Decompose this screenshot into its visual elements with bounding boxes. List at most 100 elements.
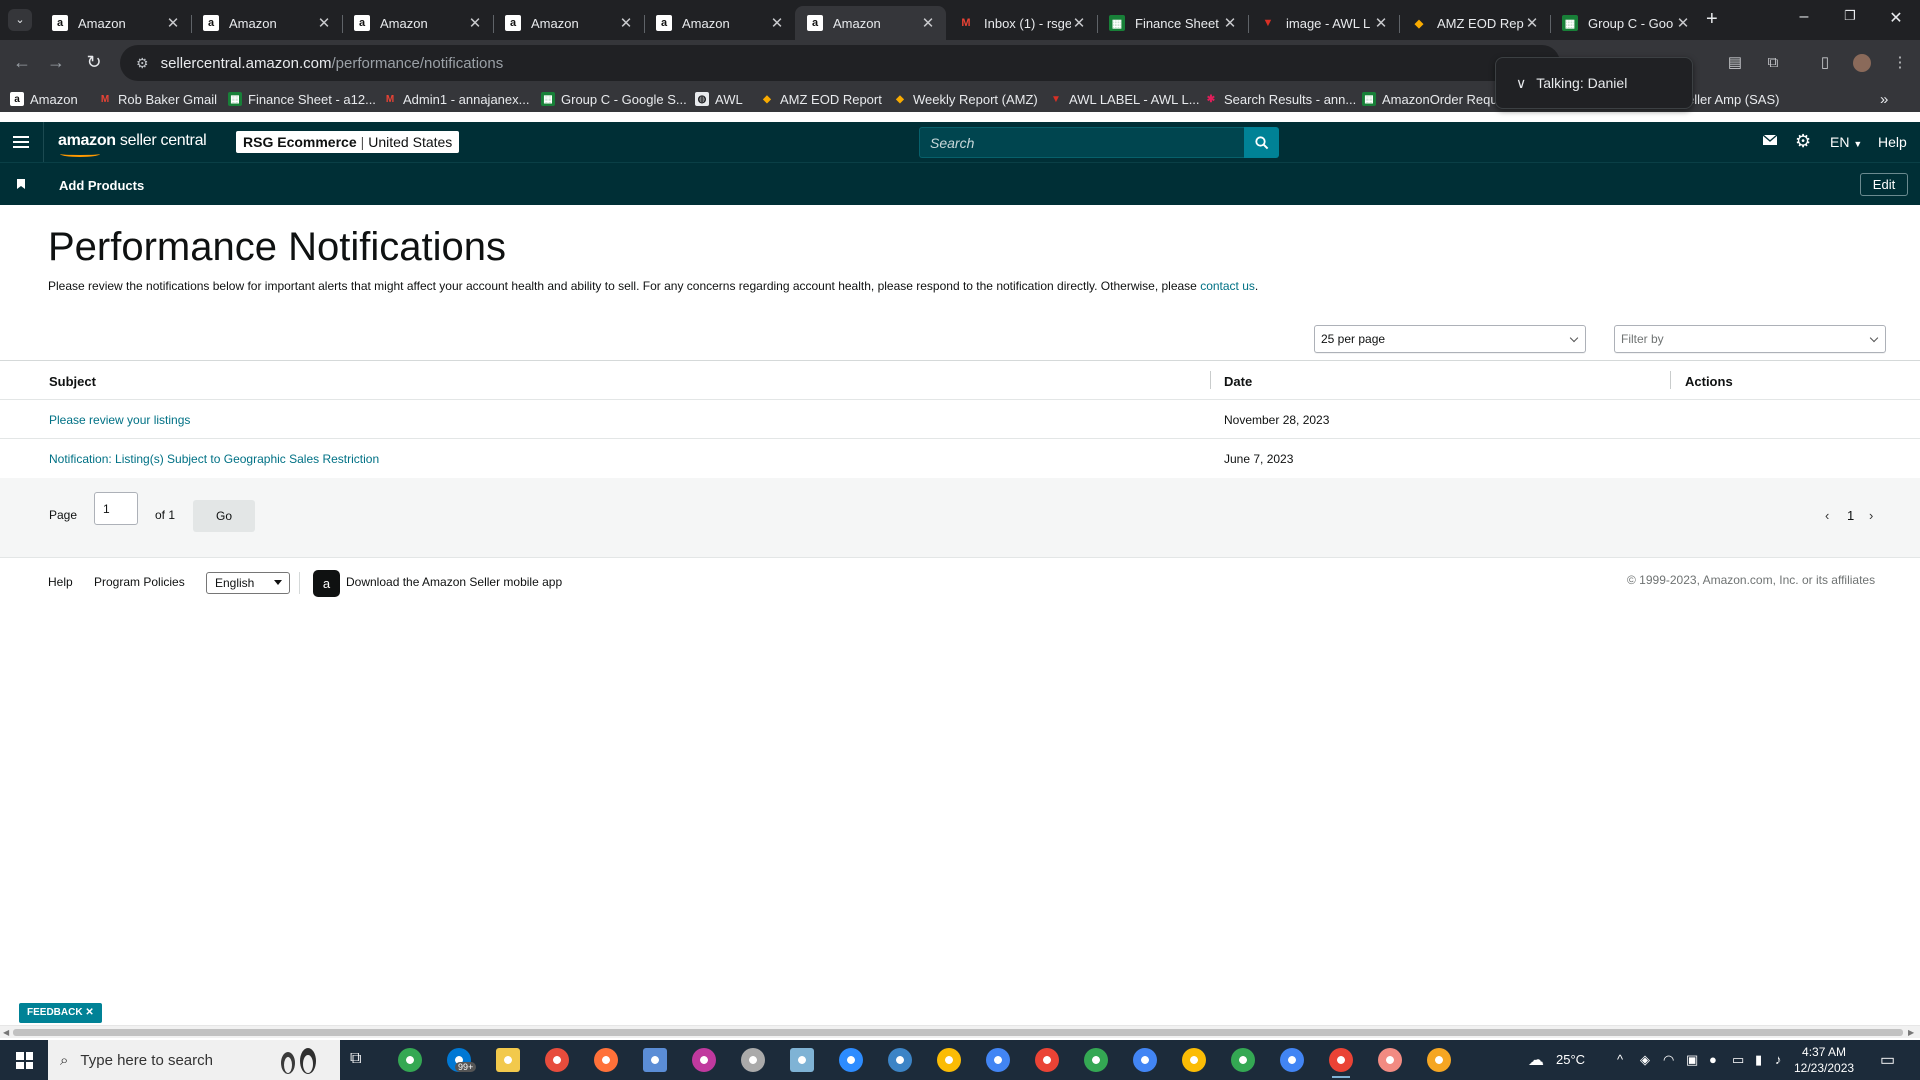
wps-icon[interactable] xyxy=(692,1048,716,1072)
profile-avatar[interactable] xyxy=(1853,54,1871,72)
close-tab-icon[interactable]: ✕ xyxy=(920,14,936,32)
close-tab-icon[interactable]: ✕ xyxy=(1675,14,1691,32)
browser-tab[interactable]: a Amazon ✕ xyxy=(342,6,493,40)
firefox-icon[interactable] xyxy=(594,1048,618,1072)
chrome-icon[interactable] xyxy=(1133,1048,1157,1072)
close-window-icon[interactable]: ✕ xyxy=(1886,8,1906,28)
language-selector[interactable]: EN ▼ xyxy=(1830,134,1862,150)
close-tab-icon[interactable]: ✕ xyxy=(618,14,634,32)
column-header-date[interactable]: Date xyxy=(1224,374,1252,389)
windows-start-icon[interactable] xyxy=(16,1052,33,1069)
bookmark-item[interactable]: ✱ Search Results - ann... xyxy=(1204,89,1356,109)
bookmark-item[interactable]: ◆ AMZ EOD Report xyxy=(760,89,882,109)
chrome-icon[interactable] xyxy=(1035,1048,1059,1072)
chrome-icon[interactable] xyxy=(1084,1048,1108,1072)
chevron-left-icon[interactable]: ‹ xyxy=(1825,508,1829,523)
file-explorer-icon[interactable] xyxy=(496,1048,520,1072)
browser-tab[interactable]: a Amazon ✕ xyxy=(644,6,795,40)
page-number-input[interactable] xyxy=(94,492,138,525)
header-help-link[interactable]: Help xyxy=(1878,134,1907,150)
notepad-icon[interactable] xyxy=(790,1048,814,1072)
browser-tab[interactable]: ◆ AMZ EOD Rep ✕ xyxy=(1399,6,1550,40)
column-header-subject[interactable]: Subject xyxy=(49,374,96,389)
hamburger-menu-icon[interactable] xyxy=(13,133,29,151)
chrome-icon[interactable] xyxy=(1280,1048,1304,1072)
extension-icon[interactable]: ▤ xyxy=(1725,53,1745,73)
language-select[interactable]: English xyxy=(206,572,290,594)
bookmark-item[interactable]: M Admin1 - annajanex... xyxy=(383,89,530,109)
notification-subject-link[interactable]: Please review your listings xyxy=(49,413,190,427)
seller-app-icon[interactable]: a xyxy=(313,570,340,597)
browser-tab[interactable]: ▼ image - AWL L ✕ xyxy=(1248,6,1399,40)
battery-icon[interactable]: ▮ xyxy=(1755,1052,1762,1068)
close-tab-icon[interactable]: ✕ xyxy=(165,14,181,32)
taskbar-search-box[interactable]: ⌕ Type here to search xyxy=(48,1040,340,1080)
current-page-number[interactable]: 1 xyxy=(1847,508,1854,523)
paint-icon[interactable] xyxy=(741,1048,765,1072)
bookmark-item[interactable]: ◆ Weekly Report (AMZ) xyxy=(893,89,1038,109)
browser-tab[interactable]: a Amazon ✕ xyxy=(493,6,644,40)
chrome-icon[interactable] xyxy=(937,1048,961,1072)
chrome-icon[interactable] xyxy=(986,1048,1010,1072)
search-input[interactable]: Search xyxy=(919,127,1244,158)
tray-icon[interactable]: ◈ xyxy=(1640,1052,1650,1068)
more-menu-icon[interactable]: ⋮ xyxy=(1890,53,1910,73)
chrome-icon[interactable] xyxy=(1329,1048,1353,1078)
notification-subject-link[interactable]: Notification: Listing(s) Subject to Geog… xyxy=(49,452,379,466)
scroll-right-icon[interactable]: ▶ xyxy=(1908,1026,1914,1039)
chrome-icon[interactable] xyxy=(1231,1048,1255,1072)
volume-icon[interactable]: ♪ xyxy=(1775,1052,1782,1067)
bookmark-item[interactable]: ◍ AWL xyxy=(695,89,743,109)
close-tab-icon[interactable]: ✕ xyxy=(1524,14,1540,32)
wifi-icon[interactable]: ◠ xyxy=(1663,1052,1674,1068)
chrome-icon[interactable] xyxy=(1182,1048,1206,1072)
bookmark-item[interactable]: ▦ AmazonOrder Requ... xyxy=(1362,89,1508,109)
chevron-down-icon[interactable]: ∨ xyxy=(1516,75,1526,92)
more-bookmarks-icon[interactable]: » xyxy=(1880,89,1888,109)
side-panel-icon[interactable]: ▯ xyxy=(1815,53,1835,73)
color-app-icon[interactable] xyxy=(545,1048,569,1072)
go-button[interactable]: Go xyxy=(193,500,255,532)
close-tab-icon[interactable]: ✕ xyxy=(316,14,332,32)
bookmark-item[interactable]: M Rob Baker Gmail xyxy=(98,89,217,109)
camera-icon[interactable]: ▣ xyxy=(1686,1052,1698,1068)
add-products-link[interactable]: Add Products xyxy=(59,178,144,193)
browser-tab[interactable]: ▦ Finance Sheet ✕ xyxy=(1097,6,1248,40)
browser-tab[interactable]: M Inbox (1) - rsge ✕ xyxy=(946,6,1097,40)
filter-select[interactable]: Filter by xyxy=(1614,325,1886,353)
bookmark-item[interactable]: ▦ Group C - Google S... xyxy=(541,89,687,109)
close-tab-icon[interactable]: ✕ xyxy=(769,14,785,32)
browser-tab[interactable]: a Amazon ✕ xyxy=(40,6,191,40)
display-icon[interactable]: ▭ xyxy=(1732,1052,1744,1068)
program-policies-link[interactable]: Program Policies xyxy=(94,575,185,589)
site-settings-icon[interactable]: ⚙ xyxy=(136,55,149,72)
close-tab-icon[interactable]: ✕ xyxy=(1071,14,1087,32)
account-switcher[interactable]: RSG Ecommerce | United States xyxy=(236,131,460,153)
new-tab-plus-icon[interactable]: + xyxy=(1706,8,1718,31)
feedback-button[interactable]: FEEDBACK ✕ xyxy=(19,1003,102,1023)
notifications-icon[interactable]: ▭ xyxy=(1880,1050,1895,1070)
task-view-icon[interactable]: ⧉ xyxy=(350,1050,361,1068)
bookmark-item[interactable]: eller Amp (SAS) xyxy=(1687,89,1779,109)
browser-tab[interactable]: a Amazon ✕ xyxy=(191,6,342,40)
restore-icon[interactable]: ❐ xyxy=(1840,8,1860,24)
address-bar[interactable]: ⚙ sellercentral.amazon.com/performance/n… xyxy=(120,45,1560,81)
browser-tab[interactable]: ▦ Group C - Goo ✕ xyxy=(1550,6,1701,40)
contact-us-link[interactable]: contact us xyxy=(1200,279,1255,293)
chrome-icon[interactable] xyxy=(1378,1048,1402,1072)
bookmark-item[interactable]: ▼ AWL LABEL - AWL L... xyxy=(1049,89,1199,109)
horizontal-scrollbar[interactable]: ◀ ▶ xyxy=(0,1025,1920,1038)
zoom-icon[interactable] xyxy=(839,1048,863,1072)
show-hidden-icons-chevron-icon[interactable]: ^ xyxy=(1617,1052,1623,1067)
microphone-icon[interactable]: ● xyxy=(1709,1052,1717,1067)
footer-help-link[interactable]: Help xyxy=(48,575,73,589)
close-icon[interactable]: ✕ xyxy=(85,1007,93,1018)
bookmark-icon[interactable] xyxy=(17,179,25,189)
weather-temp[interactable]: 25°C xyxy=(1556,1052,1585,1067)
close-tab-icon[interactable]: ✕ xyxy=(1222,14,1238,32)
close-tab-icon[interactable]: ✕ xyxy=(467,14,483,32)
edit-button[interactable]: Edit xyxy=(1860,173,1908,196)
talking-popup[interactable]: ∨ Talking: Daniel xyxy=(1495,57,1693,109)
rustdesk-icon[interactable] xyxy=(1427,1048,1451,1072)
scrollbar-thumb[interactable] xyxy=(13,1029,1903,1036)
